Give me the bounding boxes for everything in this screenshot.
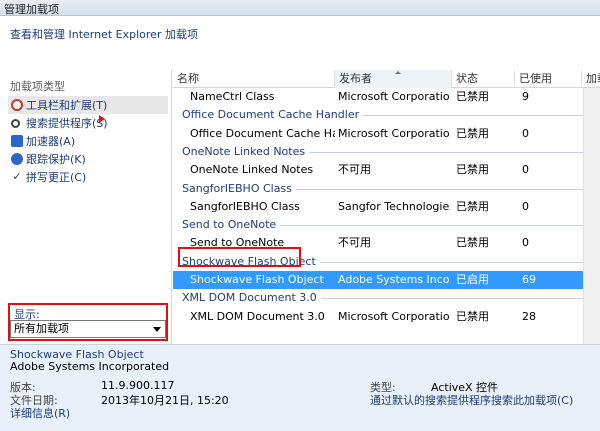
cell-status: 已禁用 — [456, 163, 489, 177]
nav-item-label: 搜索提供程序(S) — [26, 117, 108, 130]
cell-used: 69 — [522, 273, 536, 286]
group-header: Send to OneNote — [173, 216, 600, 235]
cell-publisher: Microsoft Corporation — [338, 126, 450, 140]
nav-item-label: 加速器(A) — [26, 135, 76, 148]
cell-status: 已禁用 — [456, 236, 489, 250]
cell-publisher: Sangfor Technologies ... — [338, 199, 450, 213]
addon-types-heading: 加载项类型 — [10, 80, 65, 93]
window-title: 管理加载项 — [4, 3, 59, 16]
nav-item-label: 跟踪保护(K) — [26, 153, 86, 166]
group-header-label: SangforIEBHO Class — [182, 179, 296, 198]
cell-used: 0 — [522, 163, 529, 177]
sort-arrow-icon — [395, 71, 401, 74]
group-header-label: Send to OneNote — [182, 216, 281, 235]
accelerator-icon — [11, 135, 23, 147]
nav-item-accelerators[interactable]: 加速器(A) — [8, 132, 168, 150]
cell-used: 0 — [522, 236, 529, 250]
cell-status: 已禁用 — [456, 126, 489, 140]
group-header-label: XML DOM Document 3.0 — [182, 289, 321, 308]
group-header-label: OneNote Linked Notes — [182, 142, 310, 161]
table-row[interactable]: Shockwave Flash Object Adobe Systems Inco… — [173, 271, 600, 289]
group-header: OneNote Linked Notes — [173, 142, 600, 161]
search-icon — [11, 118, 20, 128]
version-value: 11.9.900.117 — [101, 379, 175, 392]
table-row[interactable]: NameCtrl Class Microsoft Corporation 已禁用 9 — [173, 88, 600, 106]
table-row[interactable]: Office Document Cache Handl...Microsoft … — [173, 125, 600, 143]
cell-status: 已禁用 — [456, 309, 489, 323]
title-bar: 管理加载项 — [0, 0, 600, 16]
annotation-arrow — [99, 115, 105, 123]
column-header-load-time[interactable]: 加载 — [582, 70, 600, 88]
details-panel: Shockwave Flash Object Adobe Systems Inc… — [0, 344, 600, 431]
annotation-highlight-show — [8, 303, 168, 341]
table-row[interactable]: OneNote Linked Notes 不可用 已禁用 0 — [173, 161, 600, 179]
group-header-label: Office Document Cache Handler — [182, 106, 364, 125]
cell-publisher: 不可用 — [338, 163, 371, 177]
tracking-protection-icon — [11, 153, 23, 165]
cell-name: XML DOM Document 3.0 — [190, 309, 325, 323]
table-row[interactable]: XML DOM Document 3.0 Microsoft Corporatio… — [173, 308, 600, 326]
details-publisher: Adobe Systems Incorporated — [10, 360, 170, 373]
cell-publisher: Adobe Systems Incorp... — [338, 273, 450, 286]
cell-name: OneNote Linked Notes — [190, 163, 314, 177]
more-info-link[interactable]: 详细信息(R) — [10, 405, 70, 421]
nav-item-label: 工具栏和扩展(T) — [26, 99, 108, 112]
column-header-name[interactable]: 名称 — [173, 70, 335, 88]
cell-name: Office Document Cache Handl... — [190, 126, 335, 140]
vertical-scrollbar[interactable] — [583, 88, 600, 344]
page-subtitle: 查看和管理 Internet Explorer 加载项 — [10, 28, 198, 41]
nav-item-spelling-correction[interactable]: ✓ 拼写更正(C) — [8, 168, 168, 186]
group-header: Office Document Cache Handler — [173, 106, 600, 125]
search-addon-link[interactable]: 通过默认的搜索提供程序搜索此加载项(C) — [370, 392, 573, 408]
cell-name: SangforIEBHO Class — [190, 199, 300, 213]
nav-item-tracking-protection[interactable]: 跟踪保护(K) — [8, 150, 168, 168]
cell-publisher: Microsoft Corporation — [338, 309, 450, 323]
nav-item-search-providers[interactable]: 搜索提供程序(S) — [8, 114, 168, 132]
nav-item-toolbars-extensions[interactable]: 工具栏和扩展(T) — [8, 96, 168, 114]
group-header: XML DOM Document 3.0 — [173, 289, 600, 308]
column-header-publisher[interactable]: 发布者 — [335, 70, 452, 88]
cell-publisher: Microsoft Corporation — [338, 90, 450, 103]
cell-status: 已禁用 — [456, 90, 489, 103]
cell-status: 已禁用 — [456, 199, 489, 213]
cell-used: 0 — [522, 126, 529, 140]
annotation-highlight-group — [178, 247, 301, 267]
cell-name: Shockwave Flash Object — [190, 273, 324, 286]
group-header: SangforIEBHO Class — [173, 179, 600, 198]
cell-status: 已启用 — [456, 273, 489, 286]
column-header-status[interactable]: 状态 — [452, 70, 515, 88]
cell-used: 0 — [522, 199, 529, 213]
cell-used: 9 — [522, 90, 529, 103]
file-date-value: 2013年10月21日, 15:20 — [101, 394, 229, 407]
cell-publisher: 不可用 — [338, 236, 371, 250]
addons-list: 名称 发布者 状态 已使用 加载 NameCtrl Class Microsoft… — [173, 70, 600, 344]
table-row[interactable]: SangforIEBHO Class Sangfor Technologies .… — [173, 198, 600, 216]
nav-item-label: 拼写更正(C) — [26, 171, 87, 184]
list-header: 名称 发布者 状态 已使用 加载 — [173, 70, 600, 88]
toolbar-extension-icon — [11, 99, 23, 111]
cell-name: NameCtrl Class — [190, 90, 275, 103]
column-header-used[interactable]: 已使用 — [515, 70, 582, 88]
cell-used: 28 — [522, 309, 536, 323]
spelling-icon: ✓ — [12, 170, 22, 183]
